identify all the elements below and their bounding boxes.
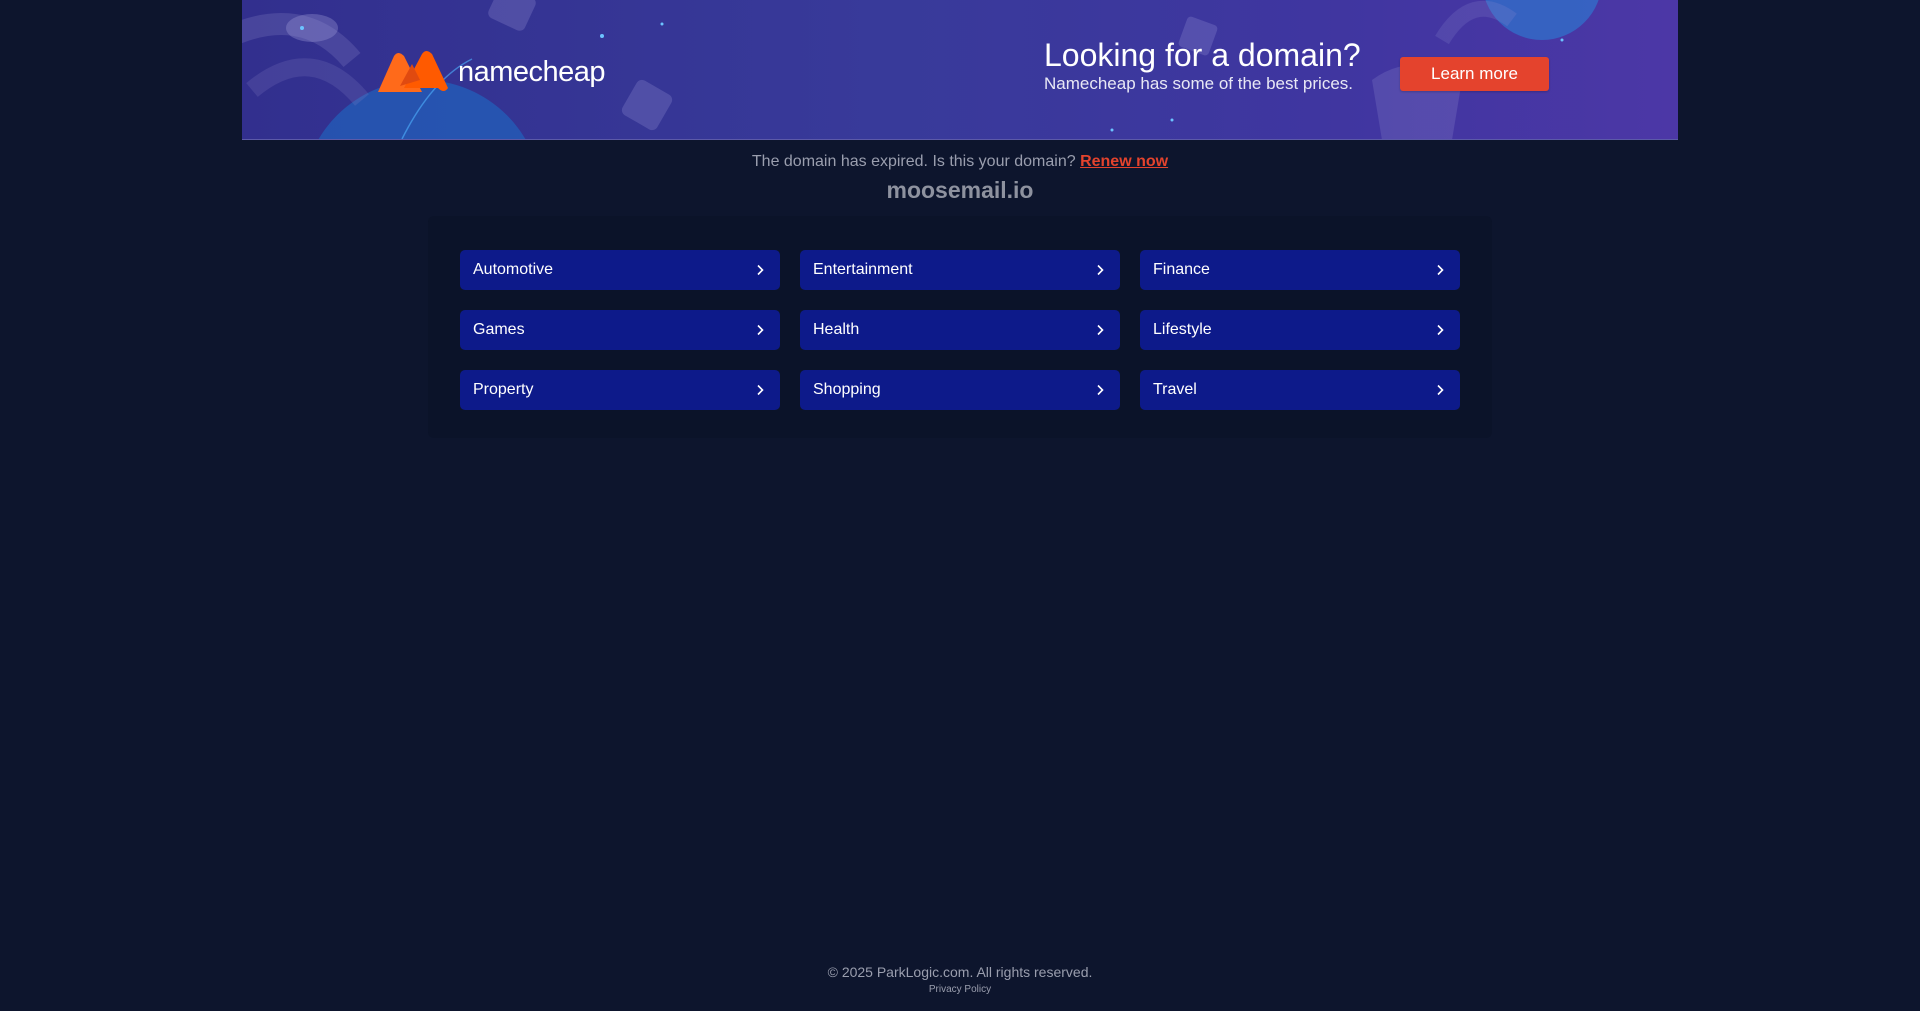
chevron-right-icon — [757, 324, 764, 336]
category-property[interactable]: Property — [460, 370, 780, 410]
categories-grid: Automotive Entertainment Finance Games H… — [460, 250, 1460, 410]
category-shopping[interactable]: Shopping — [800, 370, 1120, 410]
category-label: Health — [813, 321, 860, 338]
category-label: Shopping — [813, 381, 881, 398]
category-label: Travel — [1153, 381, 1197, 398]
namecheap-logo[interactable]: namecheap — [376, 50, 606, 94]
category-health[interactable]: Health — [800, 310, 1120, 350]
renew-now-link[interactable]: Renew now — [1080, 153, 1168, 170]
category-label: Entertainment — [813, 261, 913, 278]
logo-text: namecheap — [458, 55, 606, 88]
footer-copyright: © 2025 ParkLogic.com. All rights reserve… — [827, 964, 1093, 980]
domain-name: moosemail.io — [886, 177, 1034, 203]
category-label: Automotive — [473, 261, 554, 278]
page: namecheap Looking for a domain? Namechea… — [0, 0, 1920, 1011]
chevron-right-icon — [1097, 264, 1104, 276]
category-travel[interactable]: Travel — [1140, 370, 1460, 410]
chevron-right-icon — [1097, 384, 1104, 396]
banner-title: Looking for a domain? — [1044, 37, 1361, 73]
category-lifestyle[interactable]: Lifestyle — [1140, 310, 1460, 350]
expired-notice-text: The domain has expired. Is this your dom… — [751, 153, 1076, 170]
category-automotive[interactable]: Automotive — [460, 250, 780, 290]
chevron-right-icon — [1437, 264, 1444, 276]
category-label: Lifestyle — [1153, 321, 1212, 338]
chevron-right-icon — [1437, 384, 1444, 396]
category-entertainment[interactable]: Entertainment — [800, 250, 1120, 290]
expired-notice: The domain has expired. Is this your dom… — [0, 153, 1920, 171]
chevron-right-icon — [1097, 324, 1104, 336]
footer-privacy: Privacy Policy — [0, 984, 1920, 995]
learn-more-button[interactable]: Learn more — [1400, 57, 1549, 91]
category-label: Property — [473, 381, 534, 398]
namecheap-logo-icon — [378, 51, 448, 92]
banner-subtitle: Namecheap has some of the best prices. — [1044, 74, 1353, 93]
privacy-policy-link[interactable]: Privacy Policy — [929, 984, 991, 995]
chevron-right-icon — [757, 384, 764, 396]
banner-promo: Looking for a domain? Namecheap has some… — [1044, 36, 1361, 94]
chevron-right-icon — [757, 264, 764, 276]
chevron-right-icon — [1437, 324, 1444, 336]
category-games[interactable]: Games — [460, 310, 780, 350]
category-label: Finance — [1153, 261, 1210, 278]
category-label: Games — [473, 321, 525, 338]
category-finance[interactable]: Finance — [1140, 250, 1460, 290]
namecheap-banner[interactable]: namecheap Looking for a domain? Namechea… — [242, 0, 1678, 140]
